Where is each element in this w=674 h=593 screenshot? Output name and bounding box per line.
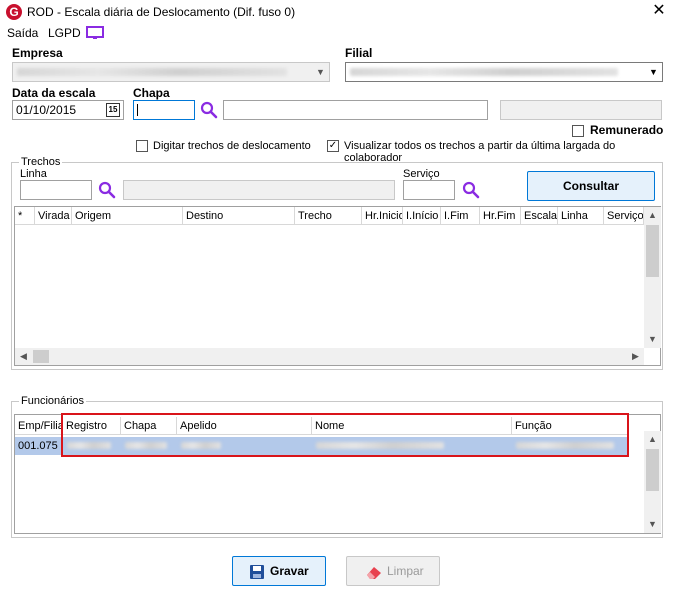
menu-saida[interactable]: Saída [7,26,38,40]
digitar-trechos-label: Digitar trechos de deslocamento [153,140,311,152]
col-header-servico[interactable]: Serviço [604,207,644,225]
cell-emp-filial: 001.075 [18,440,58,452]
servico-input[interactable] [403,180,455,200]
col-header-hr-inicio[interactable]: Hr.Inicio [362,207,403,225]
gravar-button[interactable]: Gravar [232,556,326,586]
menu-lgpd[interactable]: LGPD [48,26,81,40]
servico-label: Serviço [403,168,440,180]
empresa-combo[interactable]: ▼ [12,62,330,82]
window-title: ROD - Escala diária de Deslocamento (Dif… [27,5,296,19]
col-header-star[interactable]: * [15,207,35,225]
limpar-button[interactable]: Limpar [346,556,440,586]
chapa-input[interactable] [133,100,195,120]
visualizar-todos-checkbox[interactable]: ✓ [327,140,339,152]
col-header-trecho[interactable]: Trecho [295,207,362,225]
floppy-icon [250,565,264,579]
data-escala-field[interactable]: 01/10/2015 15 [12,100,124,120]
col-header-emp-filial[interactable]: Emp/Filial [15,417,63,435]
calendar-icon[interactable]: 15 [106,103,120,117]
remunerado-label: Remunerado [590,123,664,137]
limpar-label: Limpar [387,564,424,578]
col-header-destino[interactable]: Destino [183,207,295,225]
chevron-down-icon[interactable]: ▼ [645,63,662,81]
scrollbar-thumb[interactable] [646,225,659,277]
trechos-vertical-scrollbar[interactable]: ▲ ▼ [644,207,661,348]
col-header-origem[interactable]: Origem [72,207,183,225]
data-escala-label: Data da escala [12,86,96,100]
col-header-hr-fim[interactable]: Hr.Fim [480,207,521,225]
data-escala-value: 01/10/2015 [16,103,77,117]
app-logo-icon: G [6,4,22,20]
trechos-grid[interactable]: * Virada Origem Destino Trecho Hr.Inicio… [14,206,661,366]
funcionarios-vertical-scrollbar[interactable]: ▲ ▼ [644,431,661,533]
monitor-icon[interactable] [86,26,104,40]
chevron-up-icon[interactable]: ▲ [644,431,661,448]
col-header-linha[interactable]: Linha [558,207,604,225]
text-cursor [137,104,138,116]
scrollbar-thumb[interactable] [33,350,49,363]
gravar-label: Gravar [270,564,309,578]
search-icon[interactable] [98,181,116,199]
chevron-down-icon[interactable]: ▼ [644,331,661,348]
funcionarios-group-title: Funcionários [19,395,86,407]
col-header-escala[interactable]: Escala [521,207,558,225]
trechos-horizontal-scrollbar[interactable]: ◀ ▶ [15,348,644,365]
chapa-name-field[interactable] [223,100,488,120]
chevron-down-icon[interactable]: ▼ [644,516,661,533]
filial-label: Filial [345,46,373,60]
chevron-down-icon[interactable]: ▼ [312,63,329,81]
visualizar-todos-label: Visualizar todos os trechos a partir da … [344,140,616,164]
remunerado-checkbox[interactable] [572,125,584,137]
chevron-left-icon[interactable]: ◀ [15,348,32,365]
eraser-icon [367,567,381,579]
col-header-virada[interactable]: Virada [35,207,72,225]
linha-desc-field [123,180,395,200]
filial-combo[interactable]: ▼ [345,62,663,82]
chevron-right-icon[interactable]: ▶ [627,348,644,365]
chevron-up-icon[interactable]: ▲ [644,207,661,224]
consultar-button[interactable]: Consultar [527,171,655,201]
empresa-label: Empresa [12,46,63,60]
col-header-i-inicio[interactable]: I.Início [403,207,441,225]
chapa-extra-field [500,100,662,120]
digitar-trechos-checkbox[interactable] [136,140,148,152]
search-icon[interactable] [462,181,480,199]
title-bar: G ROD - Escala diária de Deslocamento (D… [0,0,674,24]
linha-input[interactable] [20,180,92,200]
filial-value-redacted [350,68,618,76]
highlight-box [61,413,629,457]
linha-label: Linha [20,168,47,180]
trechos-group-title: Trechos [19,156,63,168]
search-icon[interactable] [200,101,218,119]
scrollbar-thumb[interactable] [646,449,659,491]
close-icon[interactable]: ✕ [648,1,670,21]
chapa-label: Chapa [133,86,170,100]
col-header-i-fim[interactable]: I.Fim [441,207,480,225]
empresa-value-redacted [17,68,287,76]
